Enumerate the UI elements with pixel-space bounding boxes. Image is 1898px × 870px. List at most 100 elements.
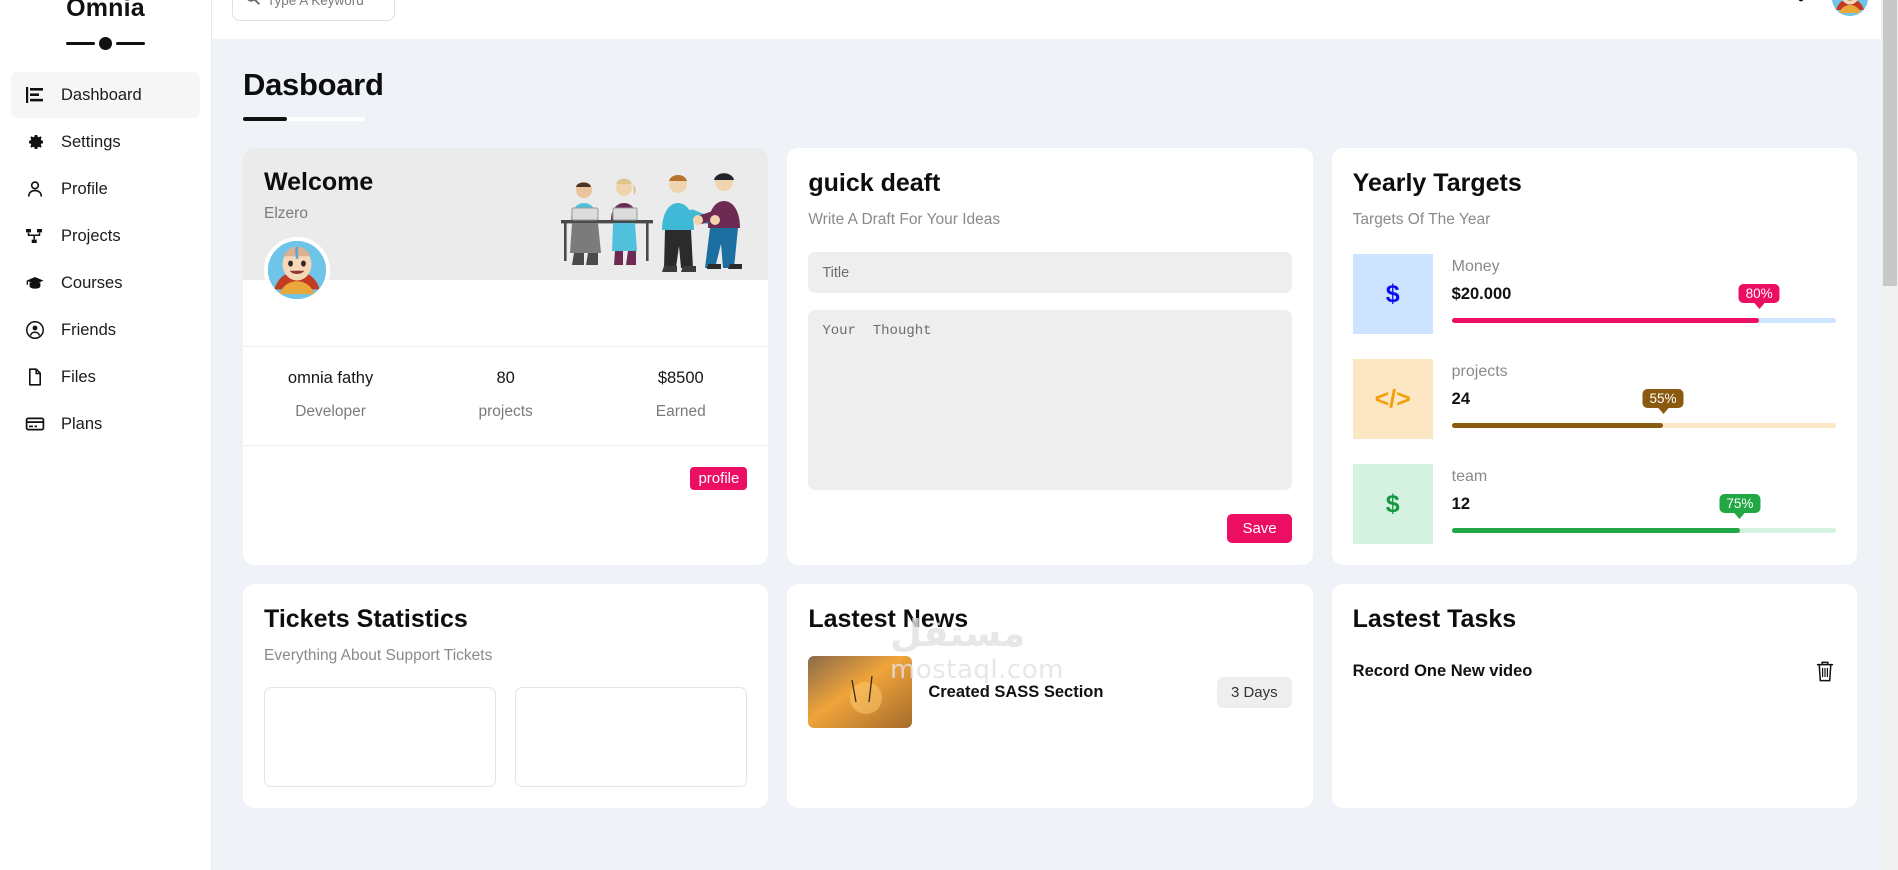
topbar-right xyxy=(1788,0,1868,16)
search-box[interactable] xyxy=(232,0,395,21)
teamwork-illustration-icon xyxy=(556,168,756,274)
welcome-avatar xyxy=(264,237,330,303)
draft-subtitle: Write A Draft For Your Ideas xyxy=(808,211,1001,228)
ticket-stat-box xyxy=(515,687,748,787)
welcome-stat: $8500 Earned xyxy=(593,369,768,421)
target-progress-bar: 55% xyxy=(1451,389,1836,428)
stat-label: Earned xyxy=(655,403,706,420)
sidebar: Omnia Dashboard Settings Profile Project… xyxy=(0,0,212,870)
sidebar-item-friends[interactable]: Friends xyxy=(11,307,200,353)
user-icon xyxy=(24,179,45,200)
scrollbar-thumb[interactable] xyxy=(1883,0,1897,286)
main-content: Dasboard Welcome Elzero xyxy=(212,0,1898,870)
sidebar-item-label: Courses xyxy=(61,273,123,292)
target-body: projects 24 55% xyxy=(1451,359,1836,428)
target-name: Money xyxy=(1451,258,1500,275)
search-icon xyxy=(245,0,260,10)
stat-label: Developer xyxy=(295,403,366,420)
sidebar-item-plans[interactable]: Plans xyxy=(11,401,200,447)
yearly-targets-card: Yearly Targets Targets Of The Year $ Mon… xyxy=(1331,148,1857,565)
sidebar-item-label: Settings xyxy=(61,132,121,151)
target-progress-fill xyxy=(1451,423,1664,428)
news-time-badge: 3 Days xyxy=(1216,676,1292,708)
draft-thought-textarea[interactable] xyxy=(808,310,1292,490)
draft-footer: Save xyxy=(808,514,1292,543)
targets-title: Yearly Targets xyxy=(1352,169,1522,197)
divider-line-right xyxy=(116,42,145,45)
news-text: Created SASS Section xyxy=(928,683,1201,702)
quick-draft-card: guick deaft Write A Draft For Your Ideas… xyxy=(787,148,1313,565)
tasks-title: Lastest Tasks xyxy=(1352,605,1517,633)
latest-news-card: Lastest News Created SASS Section 3 Days xyxy=(787,584,1313,808)
page-scrollbar[interactable] xyxy=(1881,0,1898,870)
gear-icon xyxy=(24,132,45,153)
sidebar-item-profile[interactable]: Profile xyxy=(11,166,200,212)
tickets-title: Tickets Statistics xyxy=(264,605,468,633)
target-row-team: $ team 12 75% xyxy=(1352,464,1836,544)
target-progress-fill xyxy=(1451,528,1740,533)
target-body: Money $20.000 80% xyxy=(1451,254,1836,323)
divider-line-left xyxy=(66,42,95,45)
welcome-footer: profile xyxy=(243,446,768,516)
stat-value: omnia fathy xyxy=(287,369,374,387)
target-percent-badge: 75% xyxy=(1719,494,1761,513)
ticket-stat-box xyxy=(264,687,497,787)
stat-value: 80 xyxy=(496,369,515,387)
sitemap-icon xyxy=(24,226,45,247)
stat-value: $8500 xyxy=(657,369,704,387)
dollar-icon: $ xyxy=(1352,254,1433,334)
tickets-grid xyxy=(264,687,748,787)
news-title: Lastest News xyxy=(808,605,969,633)
brand-divider xyxy=(11,37,200,50)
target-row-projects: </> projects 24 55% xyxy=(1352,359,1836,439)
topbar xyxy=(212,0,1898,39)
target-percent-badge: 80% xyxy=(1738,284,1780,303)
tickets-statistics-card: Tickets Statistics Everything About Supp… xyxy=(243,584,769,808)
draft-title: guick deaft xyxy=(808,169,941,197)
target-row-money: $ Money $20.000 80% xyxy=(1352,254,1836,334)
search-wrapper xyxy=(232,0,395,21)
user-circle-icon xyxy=(24,320,45,341)
news-thumbnail xyxy=(808,656,913,728)
tickets-subtitle: Everything About Support Tickets xyxy=(264,647,493,664)
sidebar-item-courses[interactable]: Courses xyxy=(11,260,200,306)
latest-tasks-card: Lastest Tasks Record One New video xyxy=(1331,584,1857,808)
divider-dot xyxy=(99,37,112,50)
target-progress-bar: 80% xyxy=(1451,284,1836,323)
profile-button[interactable]: profile xyxy=(690,467,748,490)
target-percent-badge: 55% xyxy=(1642,389,1684,408)
dashboard-grid: Welcome Elzero omnia fathy Developer 80 … xyxy=(232,121,1868,808)
page-title: Dasboard xyxy=(243,67,384,102)
draft-title-input[interactable] xyxy=(808,252,1292,293)
sidebar-item-settings[interactable]: Settings xyxy=(11,119,200,165)
sidebar-item-label: Files xyxy=(61,367,96,386)
list-item[interactable]: Created SASS Section 3 Days xyxy=(808,656,1292,728)
welcome-stat: omnia fathy Developer xyxy=(243,369,418,421)
sidebar-item-files[interactable]: Files xyxy=(11,354,200,400)
stat-label: projects xyxy=(478,403,533,420)
target-name: projects xyxy=(1451,363,1508,380)
task-name: Record One New video xyxy=(1352,661,1533,680)
file-icon xyxy=(24,367,45,388)
target-name: team xyxy=(1451,468,1488,485)
save-button[interactable]: Save xyxy=(1227,514,1292,543)
page-body: Dasboard Welcome Elzero omnia fathy Deve… xyxy=(212,39,1898,870)
sidebar-item-label: Friends xyxy=(61,320,117,339)
trash-icon[interactable] xyxy=(1814,659,1836,683)
target-progress-fill xyxy=(1451,318,1760,323)
welcome-stats: omnia fathy Developer 80 projects $8500 … xyxy=(243,346,769,446)
notifications-button[interactable] xyxy=(1788,0,1814,14)
avatar[interactable] xyxy=(1832,0,1868,16)
sidebar-item-dashboard[interactable]: Dashboard xyxy=(11,72,200,118)
search-input[interactable] xyxy=(267,0,377,8)
code-icon: </> xyxy=(1352,359,1433,439)
graduation-cap-icon xyxy=(24,273,45,294)
sidebar-item-projects[interactable]: Projects xyxy=(11,213,200,259)
brand-title: Omnia xyxy=(66,0,145,22)
sidebar-item-label: Profile xyxy=(61,179,108,198)
news-headline: Created SASS Section xyxy=(928,682,1104,701)
dollar-icon: $ xyxy=(1352,464,1433,544)
list-item: Record One New video xyxy=(1353,659,1836,683)
target-progress-bar: 75% xyxy=(1451,494,1836,533)
target-value: 12 xyxy=(1451,495,1471,513)
